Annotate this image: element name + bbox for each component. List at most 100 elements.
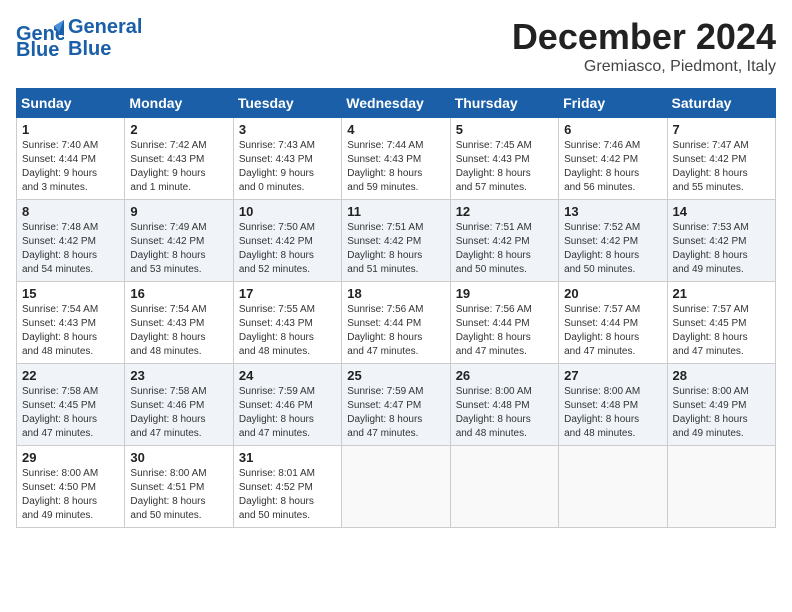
calendar-cell: 29Sunrise: 8:00 AMSunset: 4:50 PMDayligh… — [17, 446, 125, 528]
day-info: Sunrise: 7:57 AMSunset: 4:45 PMDaylight:… — [673, 303, 770, 359]
calendar-cell: 9 Sunrise: 7:49 AMSunset: 4:42 PMDaylight… — [125, 200, 233, 282]
weekday-header-thursday: Thursday — [450, 89, 558, 118]
day-info: Sunrise: 7:56 AMSunset: 4:44 PMDaylight:… — [456, 303, 553, 359]
calendar-cell: 8 Sunrise: 7:48 AMSunset: 4:42 PMDaylight… — [17, 200, 125, 282]
day-number: 25 — [347, 368, 444, 383]
day-info: Sunrise: 7:49 AMSunset: 4:42 PMDaylight:… — [130, 221, 227, 277]
calendar-cell: 22Sunrise: 7:58 AMSunset: 4:45 PMDayligh… — [17, 364, 125, 446]
calendar-cell: 3 Sunrise: 7:43 AMSunset: 4:43 PMDaylight… — [233, 118, 341, 200]
day-number: 4 — [347, 122, 444, 137]
calendar-cell — [450, 446, 558, 528]
day-number: 17 — [239, 286, 336, 301]
day-info: Sunrise: 8:00 AMSunset: 4:51 PMDaylight:… — [130, 467, 227, 523]
calendar-cell: 27 Sunrise: 8:00 AMSunset: 4:48 PMDayligh… — [559, 364, 667, 446]
week-row-4: 22Sunrise: 7:58 AMSunset: 4:45 PMDayligh… — [17, 364, 776, 446]
day-info: Sunrise: 7:40 AMSunset: 4:44 PMDaylight:… — [22, 139, 119, 195]
weekday-header-saturday: Saturday — [667, 89, 775, 118]
calendar-cell: 18 Sunrise: 7:56 AMSunset: 4:44 PMDayligh… — [342, 282, 450, 364]
day-info: Sunrise: 7:58 AMSunset: 4:45 PMDaylight:… — [22, 385, 119, 441]
day-info: Sunrise: 7:46 AMSunset: 4:42 PMDaylight:… — [564, 139, 661, 195]
day-number: 8 — [22, 204, 119, 219]
week-row-2: 8 Sunrise: 7:48 AMSunset: 4:42 PMDaylight… — [17, 200, 776, 282]
day-info: Sunrise: 7:43 AMSunset: 4:43 PMDaylight:… — [239, 139, 336, 195]
day-number: 11 — [347, 204, 444, 219]
weekday-header-row: SundayMondayTuesdayWednesdayThursdayFrid… — [17, 89, 776, 118]
calendar-cell: 13Sunrise: 7:52 AMSunset: 4:42 PMDayligh… — [559, 200, 667, 282]
day-number: 9 — [130, 204, 227, 219]
day-number: 26 — [456, 368, 553, 383]
calendar-cell: 14 Sunrise: 7:53 AMSunset: 4:42 PMDayligh… — [667, 200, 775, 282]
day-info: Sunrise: 7:55 AMSunset: 4:43 PMDaylight:… — [239, 303, 336, 359]
calendar-body: 1 Sunrise: 7:40 AMSunset: 4:44 PMDaylight… — [17, 118, 776, 528]
logo-general: General — [68, 16, 142, 38]
day-number: 20 — [564, 286, 661, 301]
subtitle: Gremiasco, Piedmont, Italy — [512, 58, 776, 76]
weekday-header-tuesday: Tuesday — [233, 89, 341, 118]
calendar-cell: 6 Sunrise: 7:46 AMSunset: 4:42 PMDaylight… — [559, 118, 667, 200]
calendar-cell: 17 Sunrise: 7:55 AMSunset: 4:43 PMDayligh… — [233, 282, 341, 364]
calendar-cell: 1 Sunrise: 7:40 AMSunset: 4:44 PMDaylight… — [17, 118, 125, 200]
day-number: 12 — [456, 204, 553, 219]
day-number: 6 — [564, 122, 661, 137]
header: General Blue General Blue December 2024 … — [16, 16, 776, 76]
calendar-cell: 10 Sunrise: 7:50 AMSunset: 4:42 PMDayligh… — [233, 200, 341, 282]
calendar-cell: 5Sunrise: 7:45 AMSunset: 4:43 PMDaylight… — [450, 118, 558, 200]
svg-text:Blue: Blue — [16, 39, 59, 58]
calendar-cell: 4 Sunrise: 7:44 AMSunset: 4:43 PMDaylight… — [342, 118, 450, 200]
calendar-cell: 15 Sunrise: 7:54 AMSunset: 4:43 PMDayligh… — [17, 282, 125, 364]
day-info: Sunrise: 8:00 AMSunset: 4:48 PMDaylight:… — [564, 385, 661, 441]
calendar-cell: 11Sunrise: 7:51 AMSunset: 4:42 PMDayligh… — [342, 200, 450, 282]
day-number: 19 — [456, 286, 553, 301]
day-number: 7 — [673, 122, 770, 137]
day-info: Sunrise: 7:48 AMSunset: 4:42 PMDaylight:… — [22, 221, 119, 277]
day-number: 30 — [130, 450, 227, 465]
day-info: Sunrise: 8:00 AMSunset: 4:49 PMDaylight:… — [673, 385, 770, 441]
day-number: 3 — [239, 122, 336, 137]
day-info: Sunrise: 7:44 AMSunset: 4:43 PMDaylight:… — [347, 139, 444, 195]
day-info: Sunrise: 7:45 AMSunset: 4:43 PMDaylight:… — [456, 139, 553, 195]
week-row-3: 15 Sunrise: 7:54 AMSunset: 4:43 PMDayligh… — [17, 282, 776, 364]
day-info: Sunrise: 7:56 AMSunset: 4:44 PMDaylight:… — [347, 303, 444, 359]
calendar-cell: 19 Sunrise: 7:56 AMSunset: 4:44 PMDayligh… — [450, 282, 558, 364]
weekday-header-wednesday: Wednesday — [342, 89, 450, 118]
day-number: 27 — [564, 368, 661, 383]
day-info: Sunrise: 7:54 AMSunset: 4:43 PMDaylight:… — [130, 303, 227, 359]
main-title: December 2024 — [512, 16, 776, 58]
day-info: Sunrise: 7:57 AMSunset: 4:44 PMDaylight:… — [564, 303, 661, 359]
calendar-cell — [667, 446, 775, 528]
weekday-header-friday: Friday — [559, 89, 667, 118]
calendar-cell: 25 Sunrise: 7:59 AMSunset: 4:47 PMDayligh… — [342, 364, 450, 446]
day-info: Sunrise: 7:58 AMSunset: 4:46 PMDaylight:… — [130, 385, 227, 441]
day-number: 14 — [673, 204, 770, 219]
day-info: Sunrise: 8:01 AMSunset: 4:52 PMDaylight:… — [239, 467, 336, 523]
calendar-cell: 24Sunrise: 7:59 AMSunset: 4:46 PMDayligh… — [233, 364, 341, 446]
day-number: 24 — [239, 368, 336, 383]
calendar-table: SundayMondayTuesdayWednesdayThursdayFrid… — [16, 88, 776, 528]
day-info: Sunrise: 7:42 AMSunset: 4:43 PMDaylight:… — [130, 139, 227, 195]
day-info: Sunrise: 7:50 AMSunset: 4:42 PMDaylight:… — [239, 221, 336, 277]
title-block: December 2024 Gremiasco, Piedmont, Italy — [512, 16, 776, 76]
week-row-5: 29Sunrise: 8:00 AMSunset: 4:50 PMDayligh… — [17, 446, 776, 528]
day-number: 18 — [347, 286, 444, 301]
day-number: 29 — [22, 450, 119, 465]
logo-icon: General Blue — [16, 18, 64, 58]
day-number: 23 — [130, 368, 227, 383]
day-number: 15 — [22, 286, 119, 301]
calendar-cell: 2Sunrise: 7:42 AMSunset: 4:43 PMDaylight… — [125, 118, 233, 200]
calendar-cell: 31Sunrise: 8:01 AMSunset: 4:52 PMDayligh… — [233, 446, 341, 528]
week-row-1: 1 Sunrise: 7:40 AMSunset: 4:44 PMDaylight… — [17, 118, 776, 200]
day-info: Sunrise: 7:53 AMSunset: 4:42 PMDaylight:… — [673, 221, 770, 277]
logo-blue: Blue — [68, 38, 142, 60]
calendar-cell: 16 Sunrise: 7:54 AMSunset: 4:43 PMDayligh… — [125, 282, 233, 364]
calendar-cell: 28 Sunrise: 8:00 AMSunset: 4:49 PMDayligh… — [667, 364, 775, 446]
day-number: 13 — [564, 204, 661, 219]
day-number: 10 — [239, 204, 336, 219]
day-info: Sunrise: 7:54 AMSunset: 4:43 PMDaylight:… — [22, 303, 119, 359]
day-info: Sunrise: 7:59 AMSunset: 4:47 PMDaylight:… — [347, 385, 444, 441]
day-number: 28 — [673, 368, 770, 383]
day-number: 16 — [130, 286, 227, 301]
calendar-cell — [342, 446, 450, 528]
calendar-cell: 30 Sunrise: 8:00 AMSunset: 4:51 PMDayligh… — [125, 446, 233, 528]
logo: General Blue General Blue — [16, 16, 142, 60]
day-number: 1 — [22, 122, 119, 137]
